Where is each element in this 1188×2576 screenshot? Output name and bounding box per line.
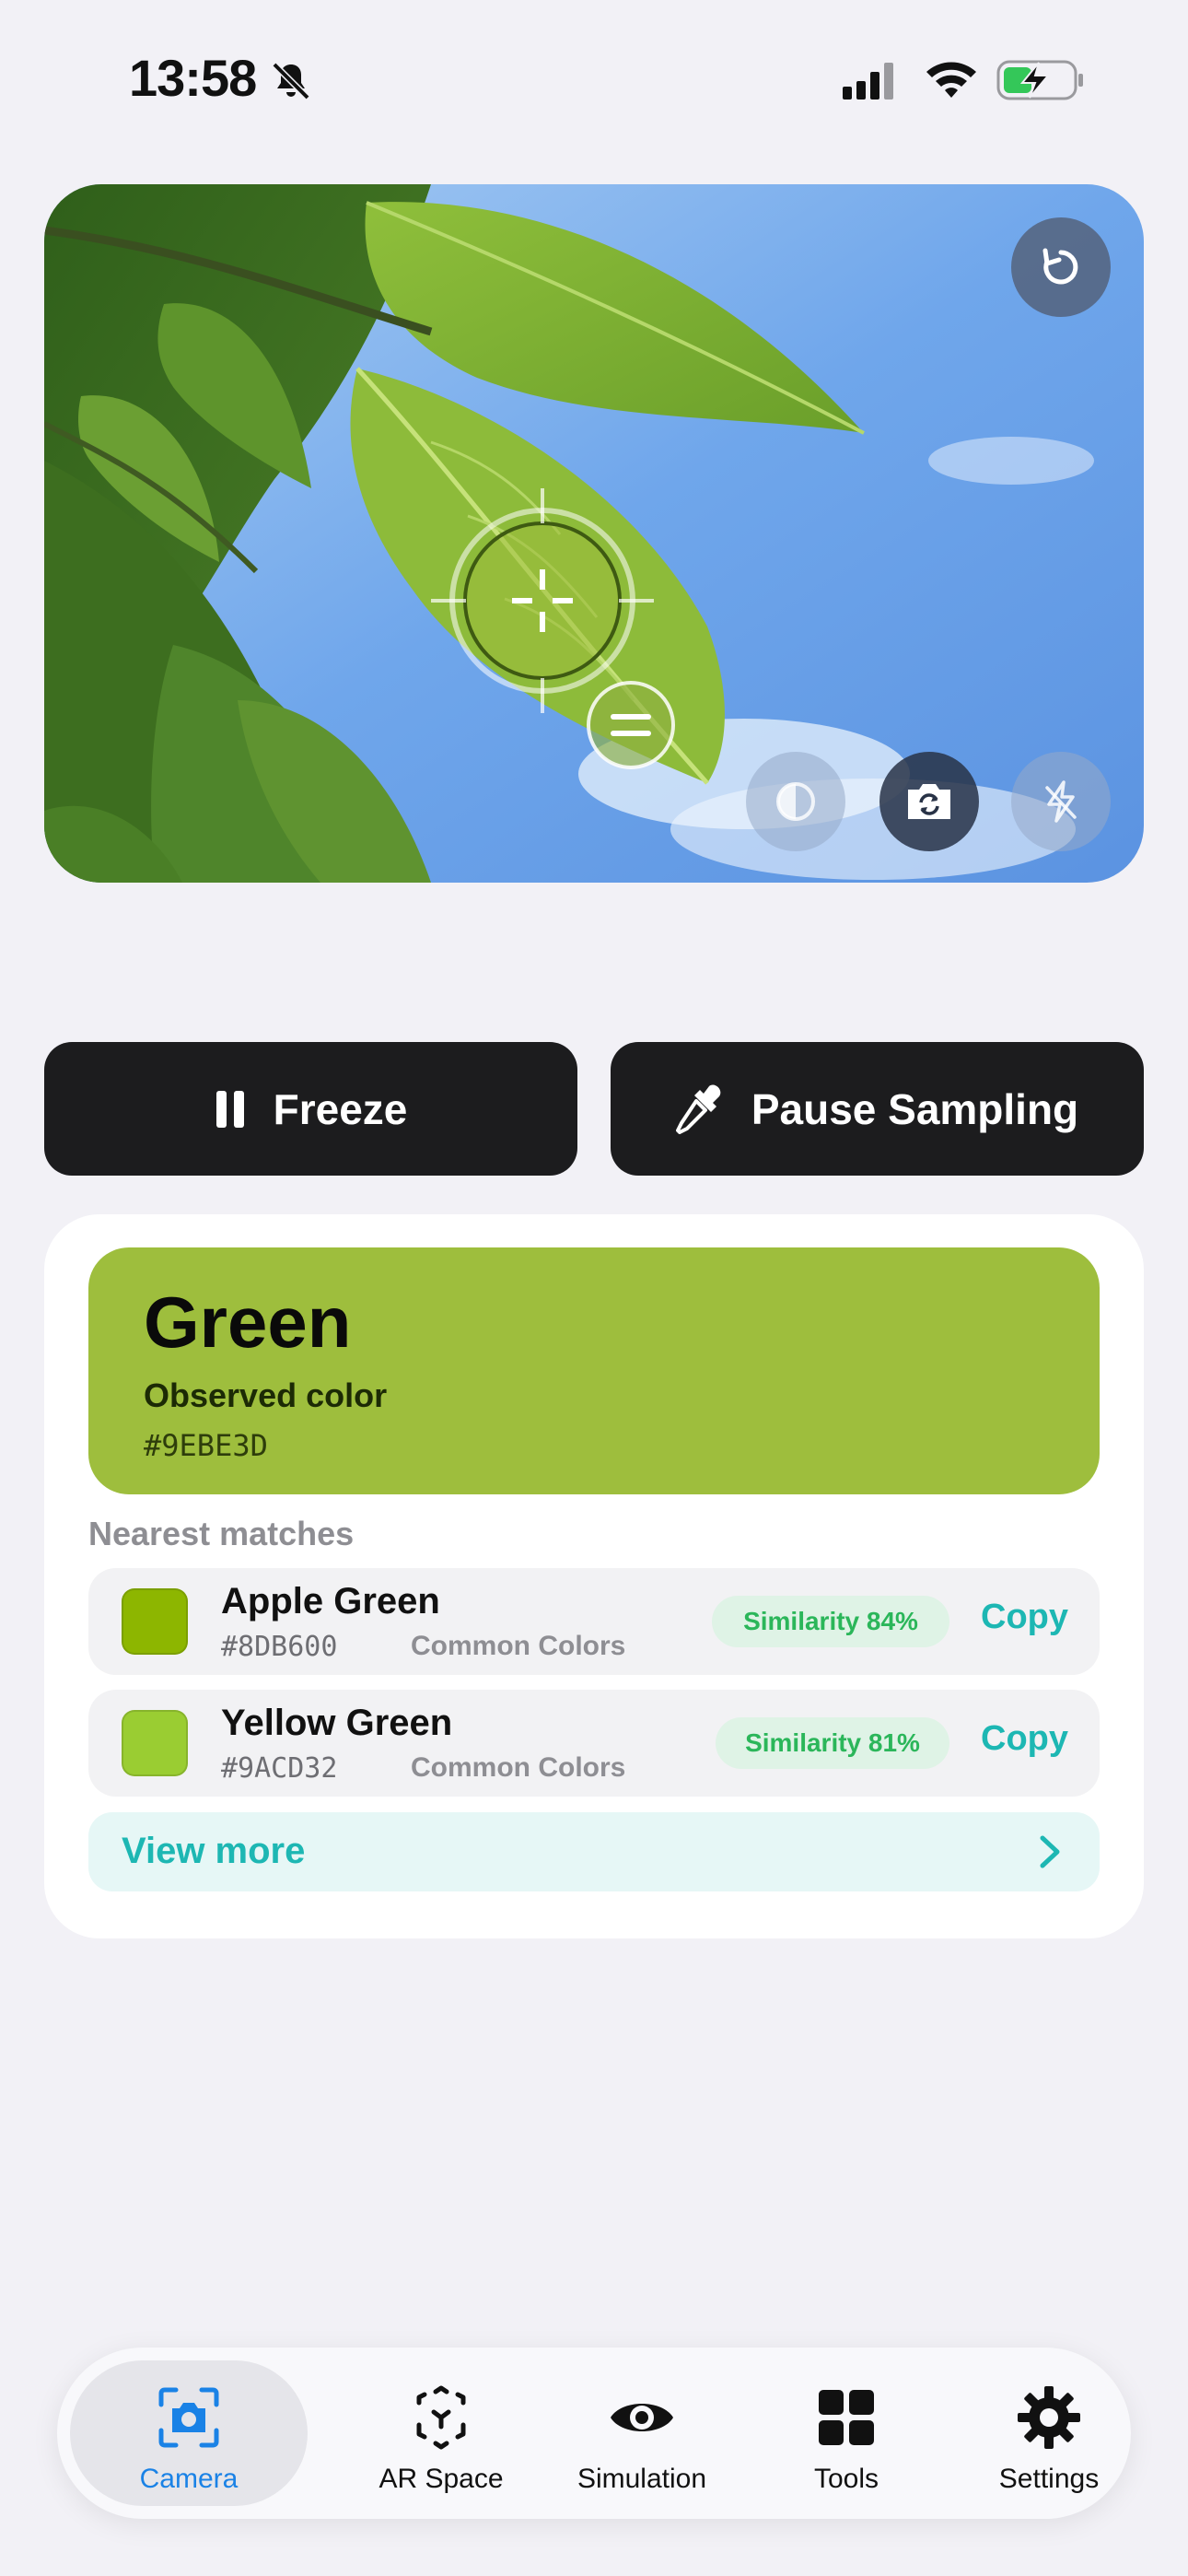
observed-color-label: Observed color xyxy=(144,1376,388,1414)
match-name: Yellow Green xyxy=(221,1703,453,1743)
eyedropper-icon xyxy=(675,1084,721,1134)
nearest-matches-heading: Nearest matches xyxy=(88,1515,355,1552)
color-name: Green xyxy=(144,1282,352,1363)
view-more-label: View more xyxy=(122,1831,306,1871)
camera-feed-image xyxy=(44,184,1144,883)
tab-simulation[interactable]: Simulation xyxy=(536,2360,748,2506)
match-source: Common Colors xyxy=(411,1752,626,1783)
tab-settings[interactable]: Settings xyxy=(943,2360,1155,2506)
similarity-badge: Similarity 84% xyxy=(712,1596,949,1647)
gear-icon xyxy=(1018,2386,1080,2449)
camera-preview[interactable] xyxy=(44,184,1144,883)
observed-color-swatch: Green Observed color #9EBE3D xyxy=(88,1247,1100,1494)
match-row[interactable]: Yellow Green #9ACD32 Common Colors Simil… xyxy=(88,1690,1100,1797)
drag-handle-icon[interactable] xyxy=(587,681,675,769)
switch-camera-icon xyxy=(908,784,950,819)
match-color-swatch xyxy=(122,1588,188,1655)
cellular-signal-icon xyxy=(843,63,893,100)
status-time: 13:58 xyxy=(129,49,257,107)
view-more-button[interactable]: View more xyxy=(88,1812,1100,1891)
pause-icon xyxy=(215,1090,244,1128)
chevron-right-icon xyxy=(1040,1835,1060,1868)
match-name: Apple Green xyxy=(221,1581,440,1622)
copy-button[interactable]: Copy xyxy=(981,1719,1068,1759)
camera-icon xyxy=(158,2387,219,2448)
grid-icon xyxy=(819,2390,874,2445)
tab-tools-label: Tools xyxy=(813,2464,879,2494)
tab-ar-space[interactable]: AR Space xyxy=(335,2360,547,2506)
tab-tools[interactable]: Tools xyxy=(740,2360,952,2506)
match-color-swatch xyxy=(122,1710,188,1776)
reset-rotation-icon xyxy=(1042,248,1078,285)
contrast-icon xyxy=(776,782,815,821)
tab-simulation-label: Simulation xyxy=(577,2464,707,2494)
freeze-label: Freeze xyxy=(273,1084,408,1133)
observed-color-hex[interactable]: #9EBE3D xyxy=(144,1428,268,1463)
tab-camera[interactable]: Camera xyxy=(70,2360,308,2506)
tab-camera-label: Camera xyxy=(139,2464,239,2494)
tab-settings-label: Settings xyxy=(998,2464,1100,2494)
match-hex: #9ACD32 xyxy=(221,1752,338,1785)
bell-slash-icon xyxy=(272,62,310,100)
pause-sampling-label: Pause Sampling xyxy=(751,1084,1079,1133)
eye-icon xyxy=(611,2404,673,2431)
tab-bar: Camera AR Space Simulation Tools Setting… xyxy=(57,2348,1131,2519)
pause-sampling-button[interactable]: Pause Sampling xyxy=(611,1042,1144,1176)
copy-button[interactable]: Copy xyxy=(981,1598,1068,1637)
flash-off-icon xyxy=(1045,780,1077,823)
ar-cube-icon xyxy=(416,2385,466,2450)
match-row[interactable]: Apple Green #8DB600 Common Colors Simila… xyxy=(88,1568,1100,1675)
flash-off-button[interactable] xyxy=(1011,752,1111,851)
freeze-button[interactable]: Freeze xyxy=(44,1042,577,1176)
wifi-icon xyxy=(926,62,976,98)
match-source: Common Colors xyxy=(411,1631,626,1661)
tab-ar-space-label: AR Space xyxy=(379,2464,504,2494)
similarity-badge: Similarity 81% xyxy=(716,1717,949,1769)
reset-rotation-button[interactable] xyxy=(1011,217,1111,317)
switch-camera-button[interactable] xyxy=(879,752,979,851)
battery-charging-icon xyxy=(996,60,1083,100)
contrast-button[interactable] xyxy=(746,752,845,851)
match-hex: #8DB600 xyxy=(221,1631,338,1663)
color-result-card: Green Observed color #9EBE3D Nearest mat… xyxy=(44,1214,1144,1938)
